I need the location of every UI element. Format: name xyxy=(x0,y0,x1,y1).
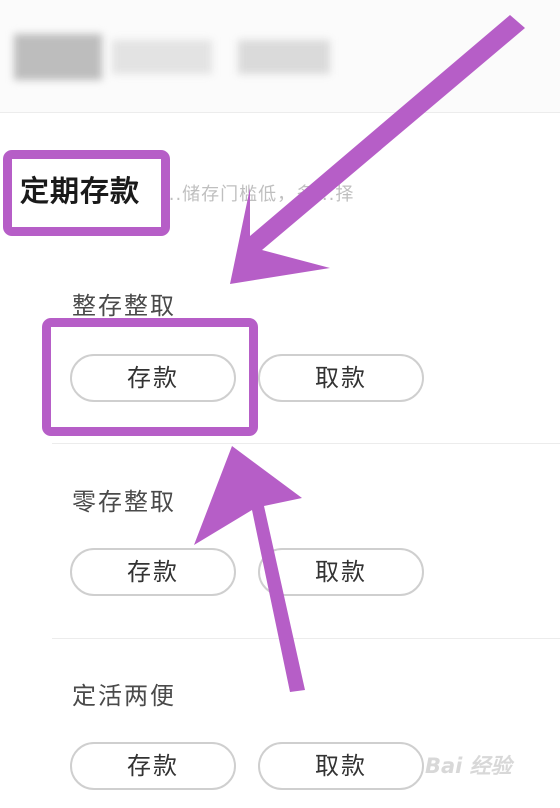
arrow-down-left-icon xyxy=(230,15,525,284)
arrow-up-icon xyxy=(194,446,305,692)
watermark: Bai 经验 xyxy=(425,754,512,778)
annotation-arrows xyxy=(194,15,525,692)
